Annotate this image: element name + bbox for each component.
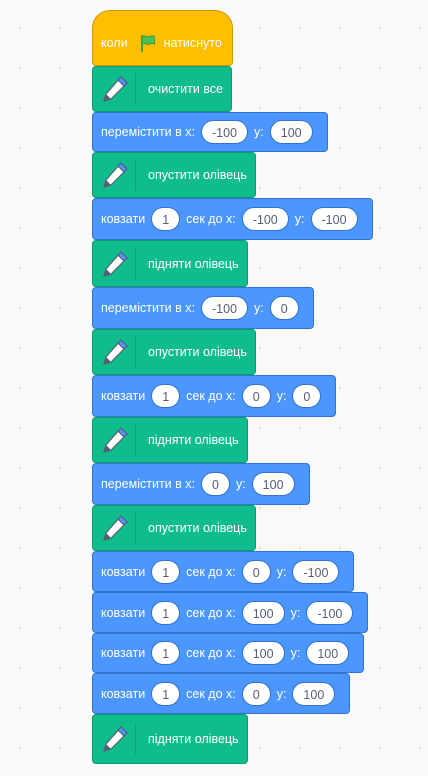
pen-down-block[interactable]: опустити олівець <box>92 152 256 198</box>
secs-label: сек до x: <box>186 646 236 660</box>
pen-up-block[interactable]: підняти олівець <box>92 417 248 463</box>
y-input[interactable]: 0 <box>292 384 322 408</box>
green-flag-icon <box>138 33 158 53</box>
y-label: y: <box>276 686 287 701</box>
pen-up-block[interactable]: підняти олівець <box>92 714 248 764</box>
clear-all-block[interactable]: очистити все <box>92 66 233 112</box>
go-to-xy-block[interactable]: перемістити в x: -100 y: 100 <box>92 112 328 152</box>
x-input[interactable]: -100 <box>200 120 249 144</box>
block-label: опустити олівець <box>148 168 247 182</box>
secs-input[interactable]: 1 <box>151 600 181 625</box>
glide-to-xy-block[interactable]: ковзати 1 сек до x: 0 y: -100 <box>92 551 355 592</box>
pen-icon <box>99 723 136 755</box>
block-label: підняти олівець <box>148 256 239 271</box>
pen-down-block[interactable]: опустити олівець <box>92 505 256 551</box>
y-label: y: <box>276 389 287 403</box>
secs-input[interactable]: 1 <box>151 559 181 584</box>
block-label: підняти олівець <box>148 732 239 746</box>
when-flag-clicked-block[interactable]: коли натиснуто <box>92 10 233 66</box>
block-label: ковзати <box>101 564 146 579</box>
y-input[interactable]: 100 <box>306 641 350 665</box>
pen-up-block[interactable]: підняти олівець <box>92 240 248 287</box>
pen-icon <box>99 512 136 544</box>
glide-to-xy-block[interactable]: ковзати 1 сек до x: 0 y: 0 <box>92 375 337 417</box>
secs-label: сек до x: <box>186 212 236 226</box>
block-label: опустити олівець <box>148 345 247 359</box>
glide-to-xy-block[interactable]: ковзати 1 сек до x: 100 y: -100 <box>92 592 369 633</box>
y-input[interactable]: 100 <box>269 120 313 144</box>
y-label: y: <box>294 212 305 226</box>
block-label: ковзати <box>101 686 146 701</box>
y-input[interactable]: -100 <box>292 559 340 584</box>
pen-icon <box>99 73 136 105</box>
go-to-xy-block[interactable]: перемістити в x: -100 y: 0 <box>92 287 314 329</box>
clicked-label: натиснуто <box>163 36 222 50</box>
pen-icon <box>99 159 136 191</box>
y-input[interactable]: -100 <box>310 207 358 231</box>
y-label: y: <box>276 564 287 579</box>
block-label: очистити все <box>148 82 224 96</box>
x-input[interactable]: 100 <box>241 641 285 665</box>
x-input[interactable]: 100 <box>241 600 285 625</box>
block-label: перемістити в x: <box>101 301 195 315</box>
y-input[interactable]: 0 <box>269 296 299 320</box>
x-input[interactable]: -100 <box>241 207 289 231</box>
block-label: підняти олівець <box>148 433 239 447</box>
secs-input[interactable]: 1 <box>151 641 181 665</box>
secs-label: сек до x: <box>186 605 236 620</box>
block-label: ковзати <box>101 646 146 660</box>
secs-input[interactable]: 1 <box>151 207 181 231</box>
secs-label: сек до x: <box>186 686 236 701</box>
secs-label: сек до x: <box>186 564 236 579</box>
block-label: перемістити в x: <box>101 477 195 491</box>
glide-to-xy-block[interactable]: ковзати 1 сек до x: -100 y: -100 <box>92 198 373 240</box>
secs-label: сек до x: <box>186 389 236 403</box>
x-input[interactable]: 0 <box>241 559 271 584</box>
pen-icon <box>99 424 136 456</box>
glide-to-xy-block[interactable]: ковзати 1 сек до x: 100 y: 100 <box>92 633 365 673</box>
block-label: ковзати <box>101 212 146 226</box>
y-input[interactable]: -100 <box>306 600 354 625</box>
block-label: ковзати <box>101 605 146 620</box>
go-to-xy-block[interactable]: перемістити в x: 0 y: 100 <box>92 463 310 505</box>
when-label: коли <box>101 36 128 50</box>
glide-to-xy-block[interactable]: ковзати 1 сек до x: 0 y: 100 <box>92 673 351 714</box>
y-label: y: <box>235 477 246 491</box>
pen-icon <box>99 247 136 280</box>
block-label: ковзати <box>101 389 146 403</box>
secs-input[interactable]: 1 <box>151 384 181 408</box>
x-input[interactable]: 0 <box>200 472 230 496</box>
y-input[interactable]: 100 <box>292 681 336 706</box>
y-label: y: <box>290 646 301 660</box>
pen-down-block[interactable]: опустити олівець <box>92 329 256 375</box>
block-label: опустити олівець <box>148 521 247 535</box>
secs-input[interactable]: 1 <box>151 681 181 706</box>
script-stack[interactable]: коли натиснуто очистити все перемістити … <box>0 0 428 776</box>
block-label: перемістити в x: <box>101 125 195 139</box>
y-input[interactable]: 100 <box>251 472 295 496</box>
y-label: y: <box>290 605 301 620</box>
x-input[interactable]: -100 <box>200 296 249 320</box>
pen-icon <box>99 336 136 368</box>
x-input[interactable]: 0 <box>241 681 271 706</box>
y-label: y: <box>254 301 264 315</box>
x-input[interactable]: 0 <box>241 384 271 408</box>
y-label: y: <box>254 125 264 139</box>
